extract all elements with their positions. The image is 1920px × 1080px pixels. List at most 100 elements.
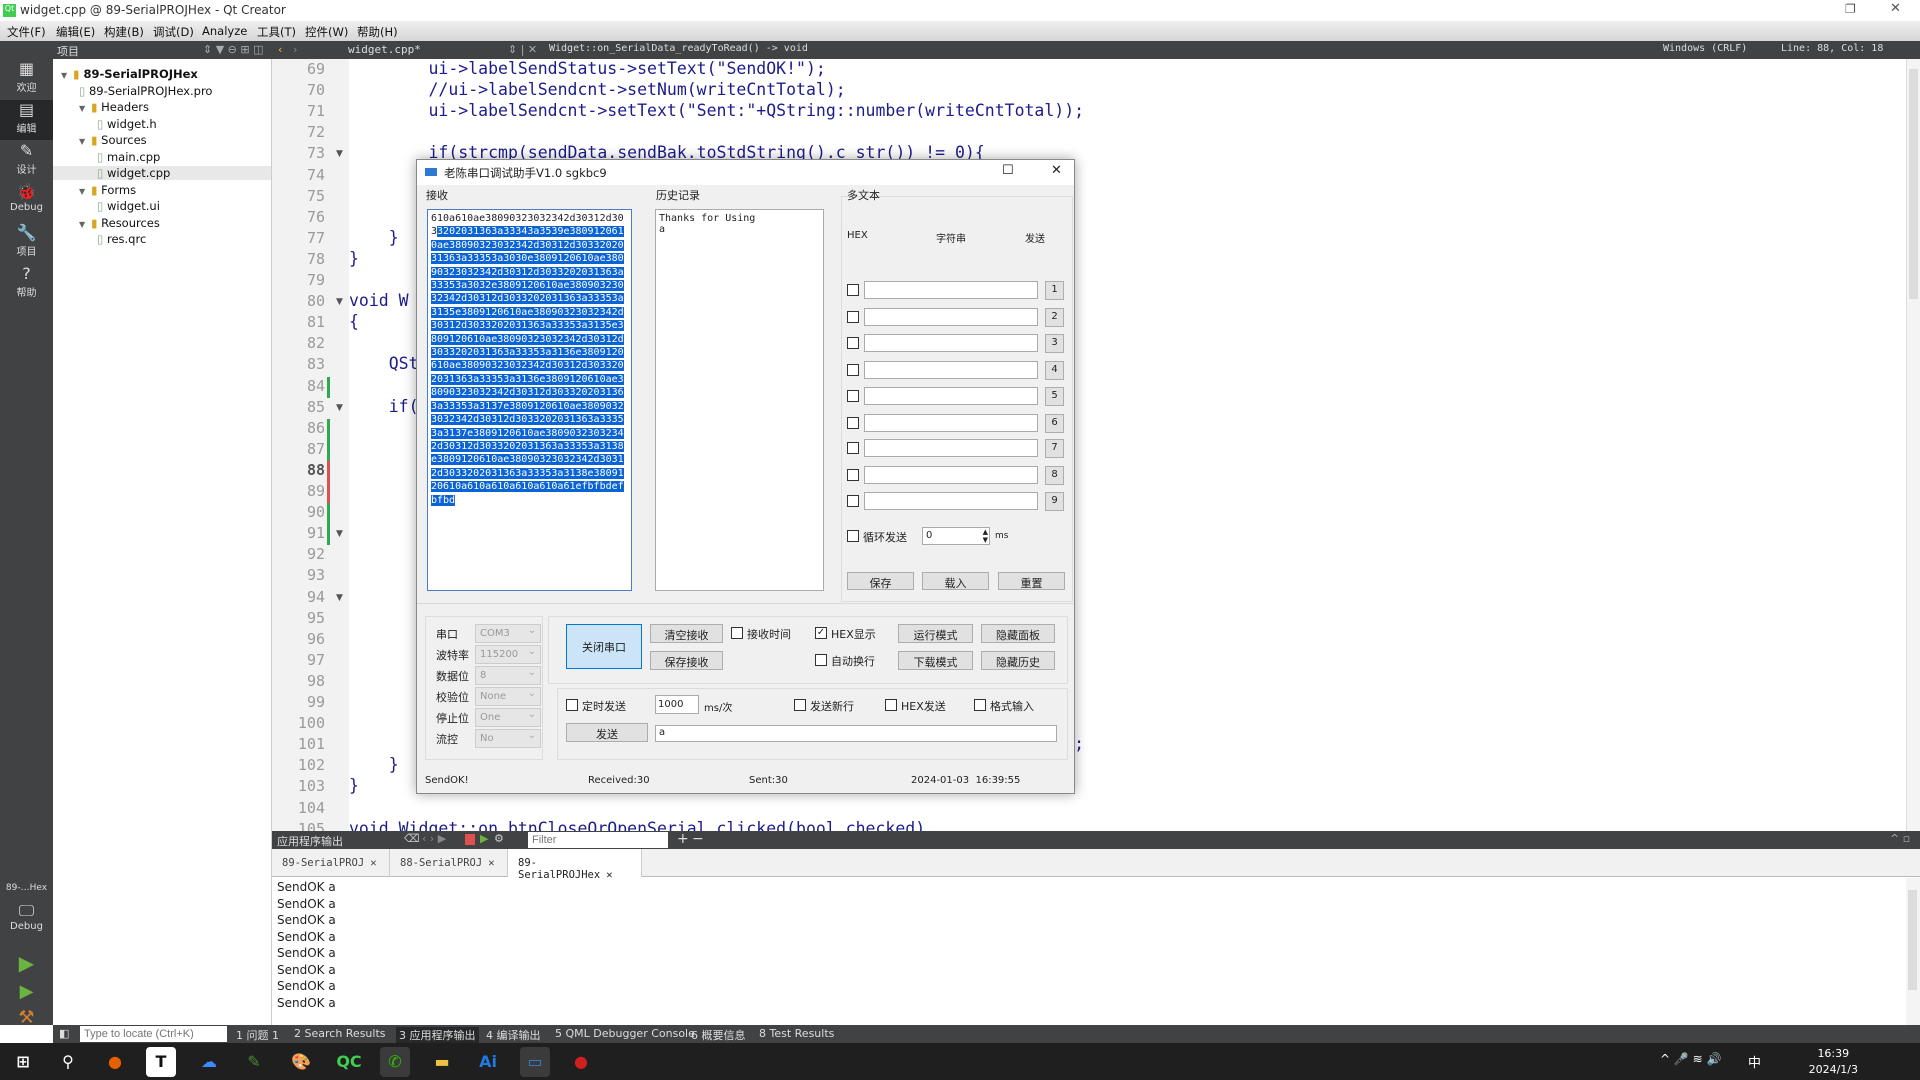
recv-textarea[interactable]: 610a610ae38090323032342d30312d3033202031…: [427, 209, 632, 591]
multi-row-input[interactable]: [864, 466, 1038, 484]
tray-icons[interactable]: ^ 🎤 ≋ 🔊: [1660, 1052, 1721, 1066]
qt-creator-icon[interactable]: QC: [334, 1047, 364, 1077]
multi-row-send-button[interactable]: 6: [1045, 414, 1064, 433]
multi-row-input[interactable]: [864, 308, 1038, 326]
mode-2[interactable]: ✎ 设计: [0, 141, 53, 181]
output-tab[interactable]: 88-SerialPROJ ✕: [390, 849, 508, 877]
load-multi-button[interactable]: 载入: [922, 572, 989, 590]
clear-output-icon[interactable]: ⌫: [404, 832, 420, 845]
setting-combo[interactable]: One: [475, 708, 541, 727]
expand-arrow-icon[interactable]: ▼: [79, 137, 85, 146]
file-explorer-icon[interactable]: ▬: [427, 1047, 457, 1077]
multi-row-send-button[interactable]: 9: [1045, 492, 1064, 511]
multi-row-checkbox[interactable]: [847, 495, 859, 507]
nav-back-icon[interactable]: ‹: [278, 43, 282, 56]
expand-arrow-icon[interactable]: ▼: [79, 220, 85, 229]
save-multi-button[interactable]: 保存: [847, 572, 914, 590]
open-file-tab[interactable]: widget.cpp*: [348, 43, 421, 56]
baidu-netdisk-icon[interactable]: ☁: [194, 1047, 224, 1077]
stop-icon[interactable]: [465, 834, 475, 845]
multi-row-input[interactable]: [864, 439, 1038, 457]
multi-row-send-button[interactable]: 1: [1045, 281, 1064, 300]
auto-wrap-checkbox[interactable]: [815, 654, 827, 666]
fold-arrow-icon[interactable]: ▼: [336, 297, 343, 307]
restore-button[interactable]: ❐: [1845, 2, 1856, 16]
output-filter-input[interactable]: [528, 832, 668, 848]
menu-item-4[interactable]: Analyze: [202, 24, 247, 38]
loop-interval-spinbox[interactable]: 0 ▲ ▼: [922, 527, 990, 545]
hide-panel-button[interactable]: 隐藏面板: [981, 624, 1055, 643]
close-tab-icon[interactable]: ✕: [488, 857, 494, 869]
firefox-icon[interactable]: ●: [100, 1047, 130, 1077]
dialog-close-button[interactable]: ✕: [1051, 163, 1062, 178]
locator-input[interactable]: [80, 1026, 227, 1042]
save-recv-button[interactable]: 保存接收: [650, 651, 723, 670]
send-newline-checkbox[interactable]: [794, 699, 806, 711]
expand-arrow-icon[interactable]: ▼: [79, 187, 85, 196]
setting-combo[interactable]: 115200: [475, 645, 541, 664]
tree-item[interactable]: ▯ widget.ui: [97, 199, 160, 213]
multi-row-checkbox[interactable]: [847, 337, 859, 349]
recorder-icon[interactable]: ●: [566, 1047, 596, 1077]
paint-icon[interactable]: 🎨: [286, 1047, 316, 1077]
maximize-pane-icon[interactable]: ^ ▫: [1890, 832, 1910, 845]
system-clock[interactable]: 16:39 2024/1/3: [1809, 1046, 1858, 1078]
multi-row-checkbox[interactable]: [847, 364, 859, 376]
download-mode-button[interactable]: 下载模式: [898, 651, 973, 670]
multi-row-checkbox[interactable]: [847, 417, 859, 429]
ai-app-icon[interactable]: Ai: [473, 1047, 503, 1077]
clear-recv-button[interactable]: 清空接收: [650, 624, 723, 643]
history-textarea[interactable]: Thanks for Using a: [655, 209, 824, 591]
tree-item[interactable]: ▯ main.cpp: [97, 150, 160, 164]
multi-row-checkbox[interactable]: [847, 469, 859, 481]
interval-input[interactable]: 1000: [655, 695, 699, 714]
multi-row-input[interactable]: [864, 281, 1038, 299]
setting-combo[interactable]: 8: [475, 666, 541, 685]
zoom-out-icon[interactable]: −: [692, 831, 704, 847]
reset-multi-button[interactable]: 重置: [998, 572, 1065, 590]
output-scrollbar[interactable]: [1906, 878, 1920, 1025]
status-pane-button[interactable]: 2 Search Results: [294, 1027, 386, 1040]
format-input-checkbox[interactable]: [974, 699, 986, 711]
multi-row-checkbox[interactable]: [847, 284, 859, 296]
tree-item[interactable]: ▯ 89-SerialPROJHex.pro: [79, 84, 212, 98]
cursor-position[interactable]: Line: 88, Col: 18: [1781, 43, 1883, 54]
expand-arrow-icon[interactable]: ▼: [79, 104, 85, 113]
hex-send-checkbox[interactable]: [885, 699, 897, 711]
notepad-icon[interactable]: ✎: [239, 1047, 269, 1077]
function-selector[interactable]: Widget::on_SerialData_readyToRead() -> v…: [549, 43, 808, 54]
build-hammer-button[interactable]: ⚒: [0, 1007, 53, 1047]
ime-indicator[interactable]: 中: [1748, 1052, 1761, 1071]
mode-0[interactable]: ▦ 欢迎: [0, 59, 53, 99]
tree-item[interactable]: ▼ ▮ Headers: [79, 100, 149, 114]
menu-item-2[interactable]: 构建(B): [104, 24, 144, 40]
status-pane-button[interactable]: 4 编译输出: [486, 1027, 541, 1043]
settings-gear-icon[interactable]: ⚙: [494, 832, 504, 845]
multi-row-send-button[interactable]: 2: [1045, 308, 1064, 327]
mode-4[interactable]: 🔧 项目: [0, 223, 53, 263]
multi-row-input[interactable]: [864, 492, 1038, 510]
status-pane-button[interactable]: 6 概要信息: [691, 1027, 746, 1043]
zoom-in-icon[interactable]: +: [677, 831, 689, 847]
application-output[interactable]: SendOK a SendOK a SendOK a SendOK a SendOK a…: [272, 878, 1906, 1025]
loop-send-checkbox[interactable]: [847, 530, 859, 542]
multi-row-input[interactable]: [864, 414, 1038, 432]
target-kit-selector[interactable]: 🖵 Debug: [0, 901, 53, 941]
fold-arrow-icon[interactable]: ▼: [336, 149, 343, 159]
status-pane-button[interactable]: 3 应用程序输出: [396, 1027, 479, 1043]
menu-item-3[interactable]: 调试(D): [153, 24, 194, 40]
filter-tree-icon[interactable]: ⇕ ▼ ⊖ ⊞ ◫: [203, 43, 264, 56]
tree-item[interactable]: ▼ ▮ 89-SerialPROJHex: [61, 67, 198, 81]
run-mode-button[interactable]: 运行模式: [898, 624, 973, 643]
mode-3[interactable]: 🐞 Debug: [0, 182, 53, 222]
output-tab[interactable]: 89-SerialPROJ ✕: [272, 849, 390, 877]
recv-time-checkbox[interactable]: [731, 627, 743, 639]
multi-row-checkbox[interactable]: [847, 390, 859, 402]
tree-item[interactable]: ▼ ▮ Forms: [79, 183, 136, 197]
send-button[interactable]: 发送: [566, 723, 648, 742]
multi-row-input[interactable]: [864, 361, 1038, 379]
send-text-input[interactable]: a: [655, 725, 1057, 742]
prev-next-icon[interactable]: ‹ › ▶: [422, 832, 446, 845]
editor-scrollbar[interactable]: [1906, 59, 1920, 831]
menu-item-1[interactable]: 编辑(E): [56, 24, 95, 40]
